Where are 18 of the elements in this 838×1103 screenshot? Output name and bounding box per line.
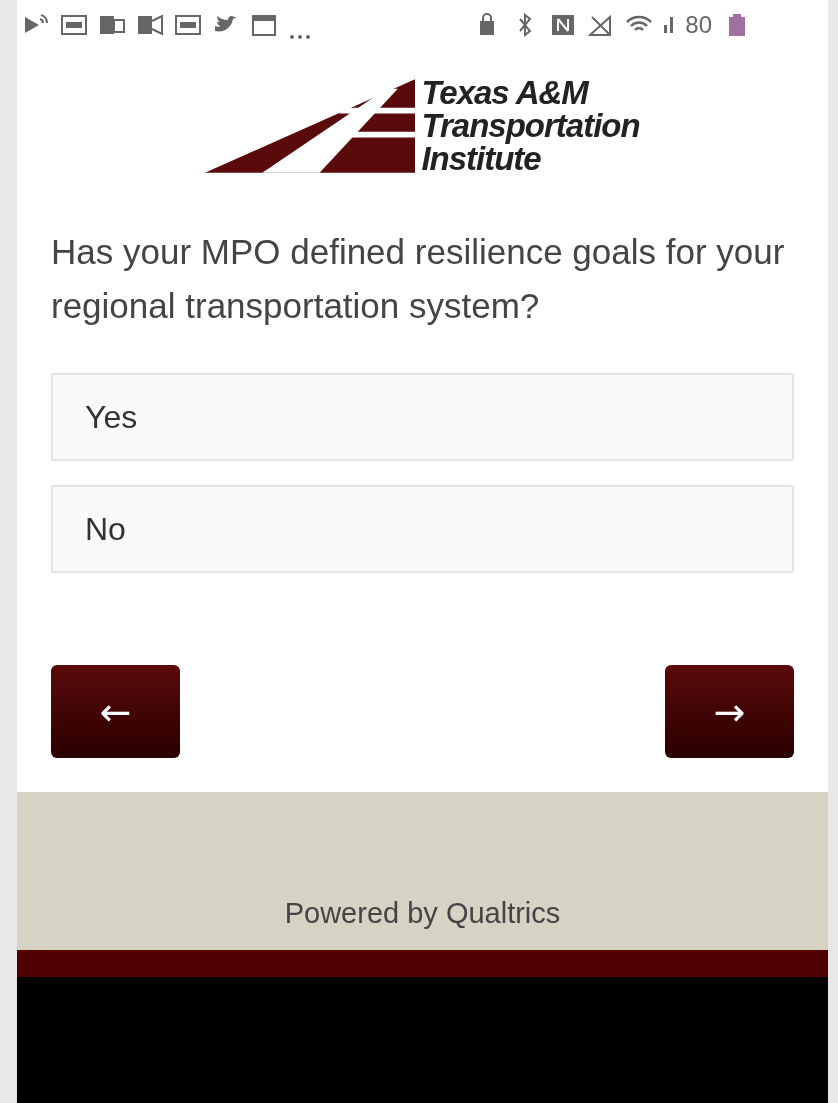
- back-button[interactable]: ←: [51, 665, 180, 758]
- app-icon: [137, 13, 163, 37]
- answer-option[interactable]: Yes: [51, 373, 794, 461]
- question-text: Has your MPO defined resilience goals for your regional transportation system?: [51, 231, 786, 327]
- road-logo-icon: [205, 77, 416, 175]
- more-icon: [289, 34, 311, 40]
- nfc-icon: [550, 13, 577, 37]
- app-icon: [99, 13, 125, 37]
- calendar-icon: [251, 13, 277, 37]
- logo-text: Texas A&M: [421, 76, 591, 109]
- battery-level: 80: [685, 11, 712, 39]
- app-icon: [175, 13, 201, 37]
- footer-text: Powered by Qualtrics: [284, 897, 561, 930]
- next-button[interactable]: →: [665, 665, 794, 758]
- app-icon: [61, 13, 87, 37]
- logo-text: Transportation: [421, 109, 640, 142]
- signal-icon: [664, 17, 674, 33]
- answer-option[interactable]: No: [51, 485, 794, 573]
